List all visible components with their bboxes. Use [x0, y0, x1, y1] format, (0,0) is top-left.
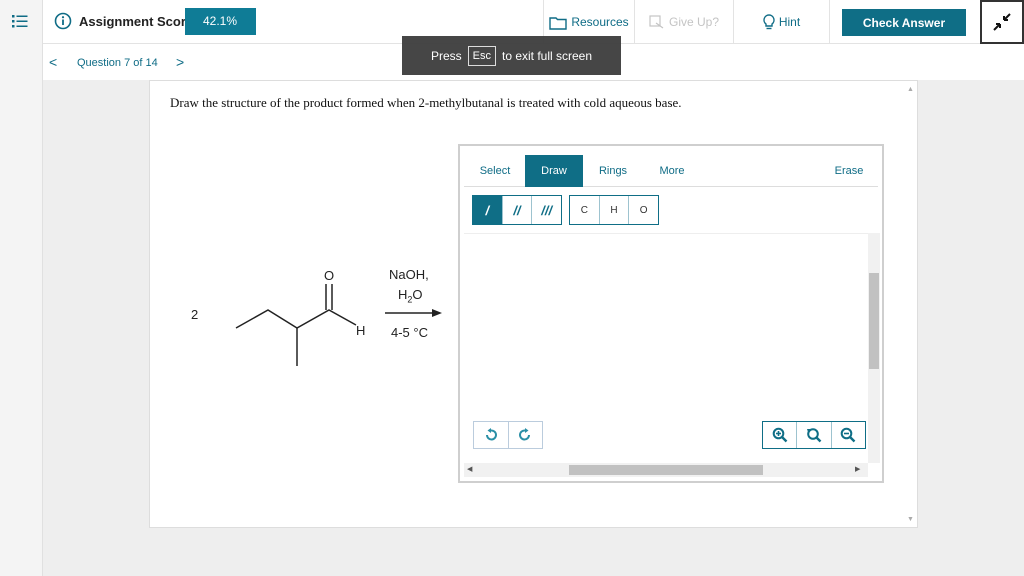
- question-indicator[interactable]: Question 7 of 14: [77, 57, 158, 69]
- reagent-naoh: NaOH,: [389, 267, 429, 282]
- scroll-down-arrow[interactable]: ▼: [907, 516, 914, 523]
- menu-icon[interactable]: [12, 14, 28, 28]
- score-badge: 42.1%: [185, 8, 256, 35]
- tab-draw[interactable]: Draw: [525, 155, 583, 187]
- tab-erase[interactable]: Erase: [822, 155, 876, 187]
- double-bond-button[interactable]: //: [503, 196, 533, 224]
- hint-label: Hint: [778, 15, 801, 29]
- next-question-button[interactable]: >: [176, 54, 184, 70]
- question-text: Draw the structure of the product formed…: [170, 95, 682, 110]
- zoom-toolbar: [762, 421, 866, 449]
- horizontal-scroll-thumb[interactable]: [569, 465, 763, 475]
- zoom-in-icon: [772, 427, 788, 443]
- zoom-in-button[interactable]: [763, 422, 798, 448]
- atom-toolbar: C H O: [569, 195, 659, 225]
- undo-icon: [485, 428, 497, 441]
- horizontal-scrollbar[interactable]: ◀ ▶: [464, 463, 868, 477]
- reaction-scheme: 2 O H NaOH, H2O 4-5 °C: [180, 258, 460, 378]
- vertical-scrollbar[interactable]: [868, 233, 880, 463]
- resources-label: Resources: [571, 15, 629, 29]
- aldehyde-hydrogen-label: H: [356, 323, 366, 338]
- tab-rings[interactable]: Rings: [586, 155, 640, 187]
- scroll-right-arrow[interactable]: ▶: [855, 465, 860, 473]
- tab-more[interactable]: More: [645, 155, 699, 187]
- zoom-reset-icon: [806, 428, 822, 443]
- zoom-out-button[interactable]: [832, 422, 865, 448]
- reagent-water-o: O: [412, 287, 423, 302]
- hint-button[interactable]: Hint: [733, 0, 830, 44]
- zoom-out-icon: [841, 427, 856, 443]
- redo-button[interactable]: [509, 422, 543, 448]
- redo-icon: [519, 428, 531, 441]
- structure-editor: Select Draw Rings More Erase / // /// C …: [458, 144, 884, 483]
- carbonyl-oxygen-label: O: [324, 268, 335, 283]
- fullscreen-toast: Press Esc to exit full screen: [402, 36, 621, 75]
- vertical-scroll-thumb[interactable]: [869, 273, 879, 369]
- undo-button[interactable]: [474, 422, 509, 448]
- single-bond-button[interactable]: /: [473, 196, 503, 224]
- toast-rest-text: to exit full screen: [501, 48, 593, 63]
- atom-carbon-button[interactable]: C: [570, 196, 600, 224]
- reaction-condition: 4-5 °C: [391, 325, 428, 340]
- atom-hydrogen-button[interactable]: H: [600, 196, 630, 224]
- give-up-label: Give Up?: [668, 15, 720, 29]
- check-answer-button[interactable]: Check Answer: [842, 9, 966, 36]
- triple-bond-button[interactable]: ///: [532, 196, 561, 224]
- give-up-button[interactable]: Give Up?: [634, 0, 733, 44]
- zoom-reset-button[interactable]: [797, 422, 832, 448]
- lightbulb-icon: [763, 14, 775, 30]
- scroll-up-arrow[interactable]: ▲: [907, 86, 914, 93]
- reagent-water-h: H: [398, 287, 408, 302]
- left-rail: [0, 0, 43, 576]
- scroll-left-arrow[interactable]: ◀: [467, 465, 472, 473]
- history-toolbar: [473, 421, 543, 449]
- bond-toolbar: / // ///: [472, 195, 562, 225]
- atom-oxygen-button[interactable]: O: [629, 196, 658, 224]
- give-up-icon: [649, 15, 664, 29]
- editor-tabs: Select Draw Rings More Erase: [464, 155, 878, 187]
- collapse-icon: [993, 13, 1011, 31]
- exit-fullscreen-button[interactable]: [980, 0, 1024, 44]
- assignment-score-label: Assignment Score:: [79, 14, 198, 29]
- toast-press-text: Press: [430, 48, 462, 63]
- previous-question-button[interactable]: <: [49, 54, 57, 70]
- tab-select[interactable]: Select: [468, 155, 522, 187]
- folder-icon: [549, 16, 568, 30]
- reagent-water: H2O: [398, 287, 423, 305]
- esc-key-badge: Esc: [467, 45, 496, 66]
- info-icon[interactable]: [54, 12, 72, 30]
